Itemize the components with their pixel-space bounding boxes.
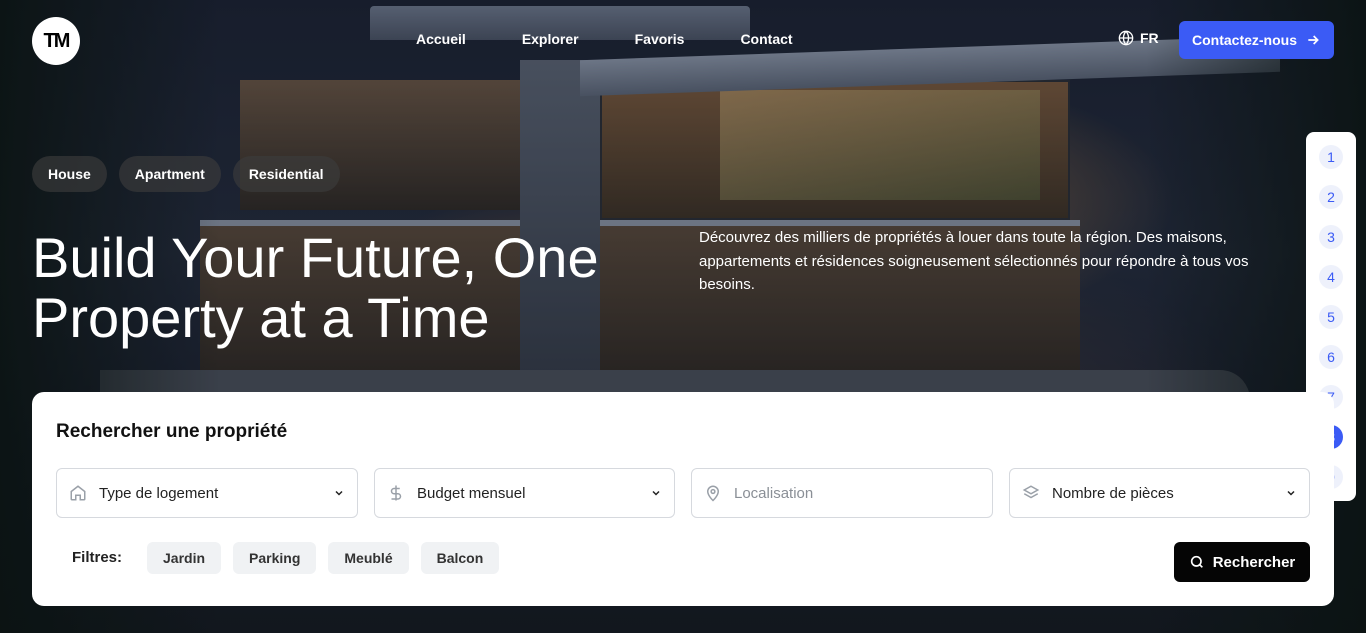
hero-description: Découvrez des milliers de propriétés à l… bbox=[699, 229, 1249, 293]
rooms-value: Nombre de pièces bbox=[1052, 484, 1174, 502]
dollar-icon bbox=[387, 484, 405, 502]
search-card: Rechercher une propriété Type de logemen… bbox=[32, 392, 1334, 606]
home-icon bbox=[69, 484, 87, 502]
filters-label: Filtres: bbox=[72, 549, 123, 566]
logo[interactable]: TM bbox=[32, 17, 80, 65]
search-button-label: Rechercher bbox=[1212, 553, 1296, 571]
language-switcher[interactable]: FR bbox=[1118, 30, 1159, 46]
filter-meuble[interactable]: Meublé bbox=[328, 542, 409, 574]
nav-favoris[interactable]: Favoris bbox=[635, 31, 685, 47]
arrow-right-icon bbox=[1308, 35, 1319, 45]
filter-chips: Jardin Parking Meublé Balcon bbox=[147, 542, 500, 574]
filter-balcon[interactable]: Balcon bbox=[420, 542, 500, 574]
nav-explorer[interactable]: Explorer bbox=[522, 31, 579, 47]
chevron-down-icon bbox=[1287, 490, 1295, 496]
page-4[interactable]: 4 bbox=[1319, 265, 1343, 289]
search-button[interactable]: Rechercher bbox=[1174, 542, 1310, 582]
budget-select[interactable]: Budget mensuel bbox=[374, 468, 675, 518]
page-3[interactable]: 3 bbox=[1319, 225, 1343, 249]
budget-value: Budget mensuel bbox=[417, 484, 526, 502]
location-input[interactable]: Localisation bbox=[691, 468, 993, 518]
globe-icon bbox=[1118, 30, 1134, 46]
map-pin-icon bbox=[704, 484, 722, 502]
chevron-down-icon bbox=[652, 490, 660, 496]
rooms-select[interactable]: Nombre de pièces bbox=[1009, 468, 1310, 518]
category-tags: House Apartment Residential bbox=[32, 156, 340, 192]
property-type-select[interactable]: Type de logement bbox=[56, 468, 358, 518]
contact-button-label: Contactez-nous bbox=[1192, 32, 1297, 48]
nav-accueil[interactable]: Accueil bbox=[416, 31, 466, 47]
nav-contact[interactable]: Contact bbox=[740, 31, 792, 47]
page-2[interactable]: 2 bbox=[1319, 185, 1343, 209]
layers-icon bbox=[1022, 484, 1040, 502]
contact-button[interactable]: Contactez-nous bbox=[1179, 21, 1334, 59]
tag-residential[interactable]: Residential bbox=[232, 156, 340, 192]
filter-parking[interactable]: Parking bbox=[233, 542, 317, 574]
filter-jardin[interactable]: Jardin bbox=[147, 542, 222, 574]
property-type-value: Type de logement bbox=[99, 484, 219, 502]
language-label: FR bbox=[1140, 30, 1159, 46]
chevron-down-icon bbox=[335, 490, 343, 496]
page-1[interactable]: 1 bbox=[1319, 145, 1343, 169]
main-nav: Accueil Explorer Favoris Contact bbox=[416, 31, 793, 47]
location-placeholder: Localisation bbox=[734, 484, 814, 502]
page-5[interactable]: 5 bbox=[1319, 305, 1343, 329]
tag-apartment[interactable]: Apartment bbox=[118, 156, 221, 192]
search-icon bbox=[1190, 555, 1203, 568]
tag-house[interactable]: House bbox=[32, 156, 107, 192]
hero-headline: Build Your Future, One Property at a Tim… bbox=[32, 226, 599, 349]
search-title: Rechercher une propriété bbox=[56, 421, 288, 442]
page-6[interactable]: 6 bbox=[1319, 345, 1343, 369]
